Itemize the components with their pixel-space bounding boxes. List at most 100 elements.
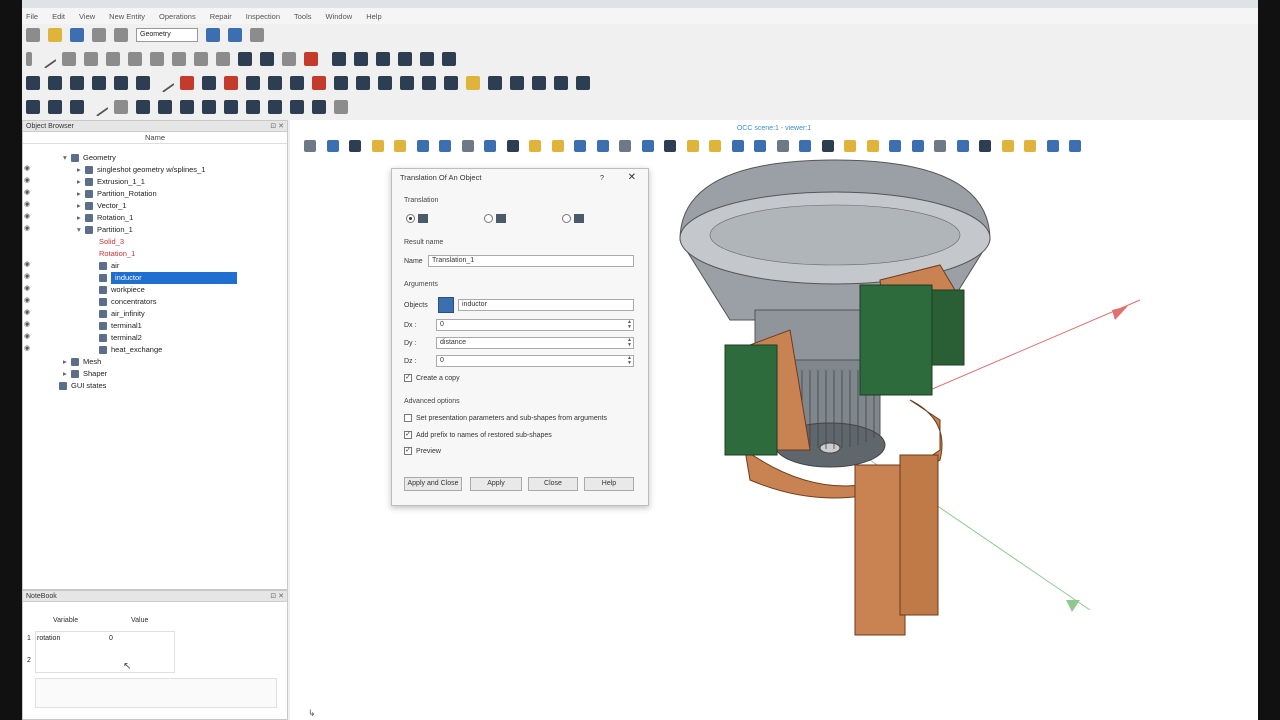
dz-spinbox[interactable]: 0 ▲ ▼ [436,355,634,367]
visibility-eye-icon[interactable]: ◉ [24,344,30,352]
tree-expand-icon[interactable]: ▸ [77,212,85,224]
tree-item[interactable]: heat_exchange [91,344,162,356]
tree-item[interactable]: air [91,260,119,272]
mirror-icon[interactable] [92,76,106,90]
visibility-eye-icon[interactable]: ◉ [24,224,30,232]
curve-icon[interactable] [128,52,142,66]
cylinder-icon[interactable] [260,52,274,66]
cut-icon[interactable] [398,52,412,66]
tree-item[interactable]: ▸ Vector_1 [77,200,127,212]
dialog-close-icon[interactable]: ✕ [628,169,636,187]
visibility-eye-icon[interactable]: ◉ [24,188,30,196]
partition-icon[interactable] [442,52,456,66]
select-objects-arrow-icon[interactable] [438,297,454,313]
offset-icon[interactable] [136,76,150,90]
explode-icon[interactable] [444,76,458,90]
filling-icon[interactable] [312,76,326,90]
visibility-eye-icon[interactable]: ◉ [24,320,30,328]
sewing-icon[interactable] [532,76,546,90]
preview-checkbox[interactable]: ✓ [404,447,412,455]
create-copy-checkbox[interactable]: ✓ [404,374,412,382]
create-copy-row[interactable]: ✓ Create a copy [404,374,460,382]
normale-icon[interactable] [334,100,348,114]
point-icon[interactable] [26,52,32,66]
free-faces-icon[interactable] [268,100,282,114]
visibility-eye-icon[interactable]: ◉ [24,284,30,292]
vector-icon[interactable] [150,52,164,66]
paste-icon[interactable] [114,28,128,42]
tree-expand-icon[interactable]: ▸ [77,188,85,200]
arc-icon[interactable] [106,52,120,66]
visibility-eye-icon[interactable]: ◉ [24,260,30,268]
visibility-eye-icon[interactable]: ◉ [24,296,30,304]
tree-item[interactable]: GUI states [51,380,106,392]
apply-button[interactable]: Apply [470,477,522,491]
visibility-eye-icon[interactable]: ◉ [24,176,30,184]
plane-icon[interactable] [172,52,186,66]
menu-new-entity[interactable]: New Entity [109,12,145,21]
menu-help[interactable]: Help [366,12,381,21]
translation-mode-vector-radio[interactable] [562,214,571,223]
dy-spinbox[interactable]: distance ▲ ▼ [436,337,634,349]
basic-props-icon[interactable] [26,100,40,114]
measure-icon[interactable] [466,76,480,90]
inertia-icon[interactable] [70,100,84,114]
tree-item[interactable]: Solid_3 [91,236,124,248]
point-coords-icon[interactable] [312,100,326,114]
check-icon[interactable] [488,76,502,90]
common-icon[interactable] [376,52,390,66]
name-input[interactable]: Translation_1 [428,255,634,267]
tree-expand-icon[interactable]: ▸ [63,368,71,380]
tree-expand-icon[interactable]: ▸ [77,176,85,188]
lcs-icon[interactable] [194,52,208,66]
translation-mode-dxdydz-radio[interactable] [406,214,415,223]
translation-icon[interactable] [26,76,40,90]
solid-icon[interactable] [400,76,414,90]
shell-icon[interactable] [378,76,392,90]
visibility-eye-icon[interactable]: ◉ [24,200,30,208]
fuse-icon[interactable] [354,52,368,66]
tree-item[interactable]: ▸ Rotation_1 [77,212,133,224]
tree-item[interactable]: terminal1 [91,320,142,332]
tree-expand-icon[interactable]: ▾ [77,224,85,236]
menu-window[interactable]: Window [326,12,353,21]
revolution-icon[interactable] [290,76,304,90]
chamfer-icon[interactable] [246,76,260,90]
menu-view[interactable]: View [79,12,95,21]
visibility-eye-icon[interactable]: ◉ [24,332,30,340]
menu-edit[interactable]: Edit [52,12,65,21]
where-is-icon[interactable] [158,100,172,114]
tree-item[interactable]: terminal2 [91,332,142,344]
set-params-checkbox[interactable] [404,414,412,422]
tree-expand-icon[interactable]: ▾ [63,152,71,164]
dz-spin-arrows-icon[interactable]: ▲ ▼ [627,356,632,366]
check-shape-icon[interactable] [202,100,216,114]
visibility-eye-icon[interactable]: ◉ [24,164,30,172]
new-file-icon[interactable] [26,28,40,42]
objects-input[interactable]: inductor [458,299,634,311]
extrusion-icon[interactable] [268,76,282,90]
tree-item[interactable]: workpiece [91,284,145,296]
tolerance-icon[interactable] [290,100,304,114]
heal-icon[interactable] [510,76,524,90]
menu-repair[interactable]: Repair [210,12,232,21]
sketch-icon[interactable] [216,52,230,66]
fillet-icon[interactable] [224,76,238,90]
multi-rotation-icon[interactable] [202,76,216,90]
glue-icon[interactable] [554,76,568,90]
tree-item[interactable]: concentrators [91,296,156,308]
help-button[interactable]: Help [584,477,634,491]
menu-inspection[interactable]: Inspection [246,12,280,21]
angle-icon[interactable] [114,100,128,114]
add-prefix-checkbox[interactable]: ✓ [404,431,412,439]
preview-row[interactable]: ✓ Preview [404,447,441,455]
dy-spin-arrows-icon[interactable]: ▲ ▼ [627,338,632,348]
min-distance-icon[interactable] [89,97,109,117]
bounding-box-icon[interactable] [136,100,150,114]
tree-expand-icon[interactable]: ▸ [63,356,71,368]
tree-item[interactable]: inductor [91,272,237,284]
tree-item[interactable]: ▸ Partition_Rotation [77,188,157,200]
what-is-icon[interactable] [180,100,194,114]
menu-file[interactable]: File [26,12,38,21]
check-compound-icon[interactable] [224,100,238,114]
